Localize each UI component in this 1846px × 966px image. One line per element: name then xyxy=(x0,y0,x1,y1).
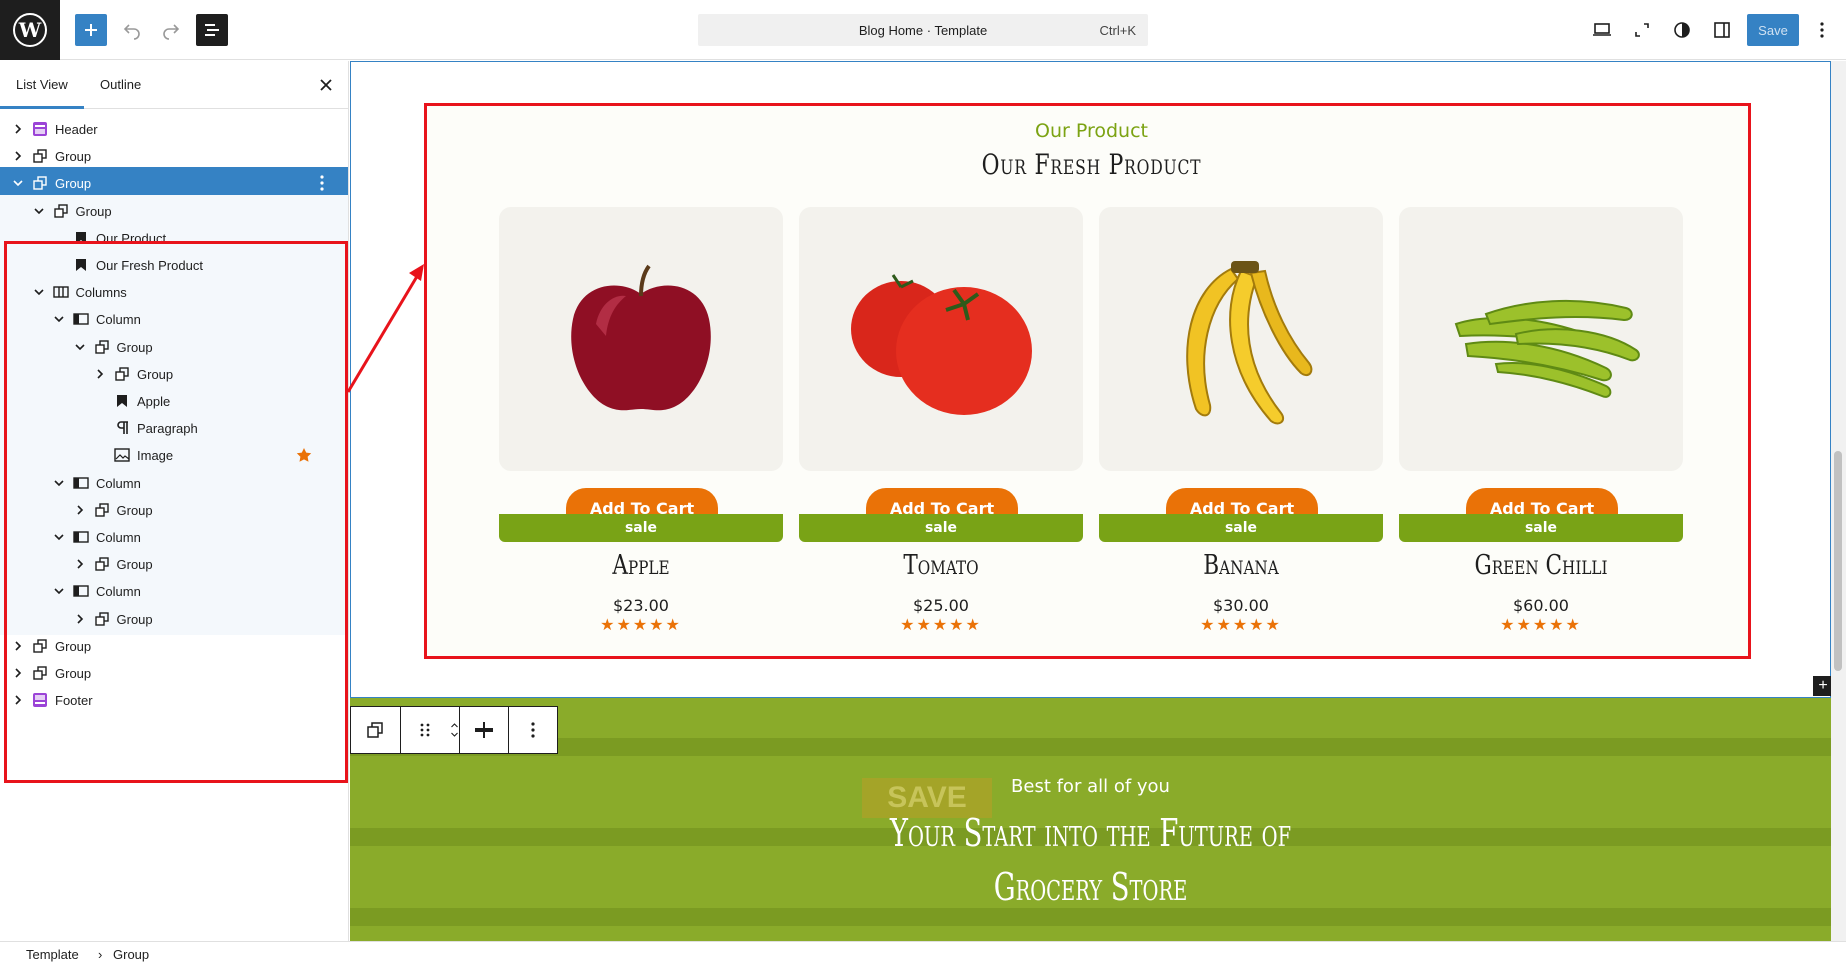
undo-icon xyxy=(123,24,140,40)
breadcrumb-template[interactable]: Template xyxy=(26,947,79,962)
banner-title[interactable]: Your Start into the Future of Grocery St… xyxy=(557,806,1623,914)
product-image[interactable] xyxy=(1099,207,1383,471)
banner-section[interactable]: SAVE Best for all of you Your Start into… xyxy=(350,698,1831,941)
sale-badge: sale xyxy=(499,514,783,542)
block-type-button[interactable] xyxy=(351,707,401,753)
editor-header: W Blog Home · Template Ctrl+K Save xyxy=(0,0,1846,60)
product-price: $30.00 xyxy=(1213,596,1269,615)
add-block-button[interactable] xyxy=(75,14,107,46)
tomato-icon xyxy=(851,274,1032,415)
justify-icon xyxy=(475,722,494,738)
close-icon xyxy=(320,79,332,91)
close-sidebar-button[interactable] xyxy=(316,75,336,95)
rating-stars: ★★★★★ xyxy=(1200,617,1282,634)
svg-text:W: W xyxy=(18,18,42,42)
inserter-plus-button[interactable]: + xyxy=(1813,676,1831,696)
group-icon xyxy=(53,203,69,219)
fullscreen-icon xyxy=(1635,23,1649,37)
banana-icon xyxy=(1186,261,1313,425)
chevron-down-icon[interactable] xyxy=(33,205,45,217)
tab-list-view[interactable]: List View xyxy=(16,77,68,92)
align-button[interactable] xyxy=(460,707,510,753)
rating-stars: ★★★★★ xyxy=(900,617,982,634)
more-vertical-icon[interactable] xyxy=(312,173,332,193)
banner-eyebrow[interactable]: Best for all of you xyxy=(350,776,1831,797)
product-name[interactable]: Green Chilli xyxy=(1427,550,1654,581)
chevron-up-down-icon xyxy=(451,723,458,737)
document-title: Blog Home · Template xyxy=(858,22,988,38)
editor-canvas: Our Product Our Fresh Product Add To Car… xyxy=(350,61,1831,941)
move-buttons[interactable] xyxy=(450,707,460,753)
sidebar-icon xyxy=(1714,22,1730,38)
wordpress-logo-icon[interactable]: W xyxy=(0,0,60,60)
redo-button[interactable] xyxy=(155,14,187,46)
list-view-item-label: Group xyxy=(55,149,92,165)
shelf-decor xyxy=(350,738,1831,756)
rating-stars: ★★★★★ xyxy=(600,617,682,634)
apple-icon xyxy=(571,264,711,411)
list-view-sidebar: List View Outline Header Group Group Group O… xyxy=(0,61,349,941)
styles-button[interactable] xyxy=(1666,14,1698,46)
list-view-icon xyxy=(205,24,219,36)
desktop-icon xyxy=(1593,23,1611,36)
highlight-box-sidebar xyxy=(4,241,348,783)
settings-sidebar-button[interactable] xyxy=(1706,14,1738,46)
banner-title-line: Grocery Store xyxy=(993,865,1188,909)
list-view-item-label: Group xyxy=(75,203,112,219)
plus-icon xyxy=(85,24,97,36)
tab-outline[interactable]: Outline xyxy=(100,77,141,92)
product-image[interactable] xyxy=(1399,207,1683,471)
zoom-out-button[interactable] xyxy=(1626,14,1658,46)
chevron-right-icon[interactable] xyxy=(12,123,24,135)
more-vertical-icon xyxy=(531,722,535,738)
product-price: $25.00 xyxy=(913,596,969,615)
template-part-header-icon xyxy=(32,121,48,137)
sale-badge: sale xyxy=(1399,514,1683,542)
chevron-right-icon[interactable] xyxy=(12,150,24,162)
block-toolbar xyxy=(350,706,558,754)
options-button[interactable] xyxy=(1806,14,1838,46)
product-name[interactable]: Tomato xyxy=(827,550,1054,581)
undo-button[interactable] xyxy=(116,14,148,46)
canvas-scrollbar[interactable] xyxy=(1831,61,1846,941)
more-vertical-icon xyxy=(1820,22,1824,38)
breadcrumb-group[interactable]: Group xyxy=(113,947,149,962)
group-icon xyxy=(32,175,48,191)
list-view-item-label: Header xyxy=(55,122,98,137)
list-view-item-label: Group xyxy=(55,176,92,192)
banner-title-line: Your Start into the Future of xyxy=(889,811,1292,855)
shortcut-hint: Ctrl+K xyxy=(1099,23,1136,38)
section-eyebrow[interactable]: Our Product xyxy=(351,120,1831,142)
preview-device-button[interactable] xyxy=(1586,14,1618,46)
drag-handle[interactable] xyxy=(401,707,450,753)
command-palette-button[interactable]: Blog Home · Template Ctrl+K xyxy=(698,14,1148,46)
scrollbar-thumb[interactable] xyxy=(1834,451,1842,671)
group-icon xyxy=(367,722,383,738)
group-icon xyxy=(32,148,48,164)
product-image[interactable] xyxy=(499,207,783,471)
sale-badge: sale xyxy=(799,514,1083,542)
contrast-icon xyxy=(1674,22,1690,38)
products-section[interactable]: Our Product Our Fresh Product Add To Car… xyxy=(350,61,1831,698)
active-tab-indicator xyxy=(0,106,84,109)
sale-badge: sale xyxy=(1099,514,1383,542)
green-chilli-icon xyxy=(1454,299,1640,398)
section-heading[interactable]: Our Fresh Product xyxy=(514,148,1669,181)
save-button[interactable]: Save xyxy=(1747,14,1799,46)
product-price: $23.00 xyxy=(613,596,669,615)
redo-icon xyxy=(163,24,180,40)
chevron-right-icon: › xyxy=(98,947,103,962)
product-name[interactable]: Banana xyxy=(1127,550,1354,581)
block-options-button[interactable] xyxy=(509,707,557,753)
product-image[interactable] xyxy=(799,207,1083,471)
sidebar-tabs: List View Outline xyxy=(0,61,348,109)
chevron-down-icon[interactable] xyxy=(12,177,24,189)
breadcrumb: Template › Group xyxy=(0,941,1846,966)
document-overview-button[interactable] xyxy=(196,14,228,46)
drag-icon xyxy=(420,723,430,737)
product-name[interactable]: Apple xyxy=(527,550,754,581)
rating-stars: ★★★★★ xyxy=(1500,617,1582,634)
product-price: $60.00 xyxy=(1513,596,1569,615)
